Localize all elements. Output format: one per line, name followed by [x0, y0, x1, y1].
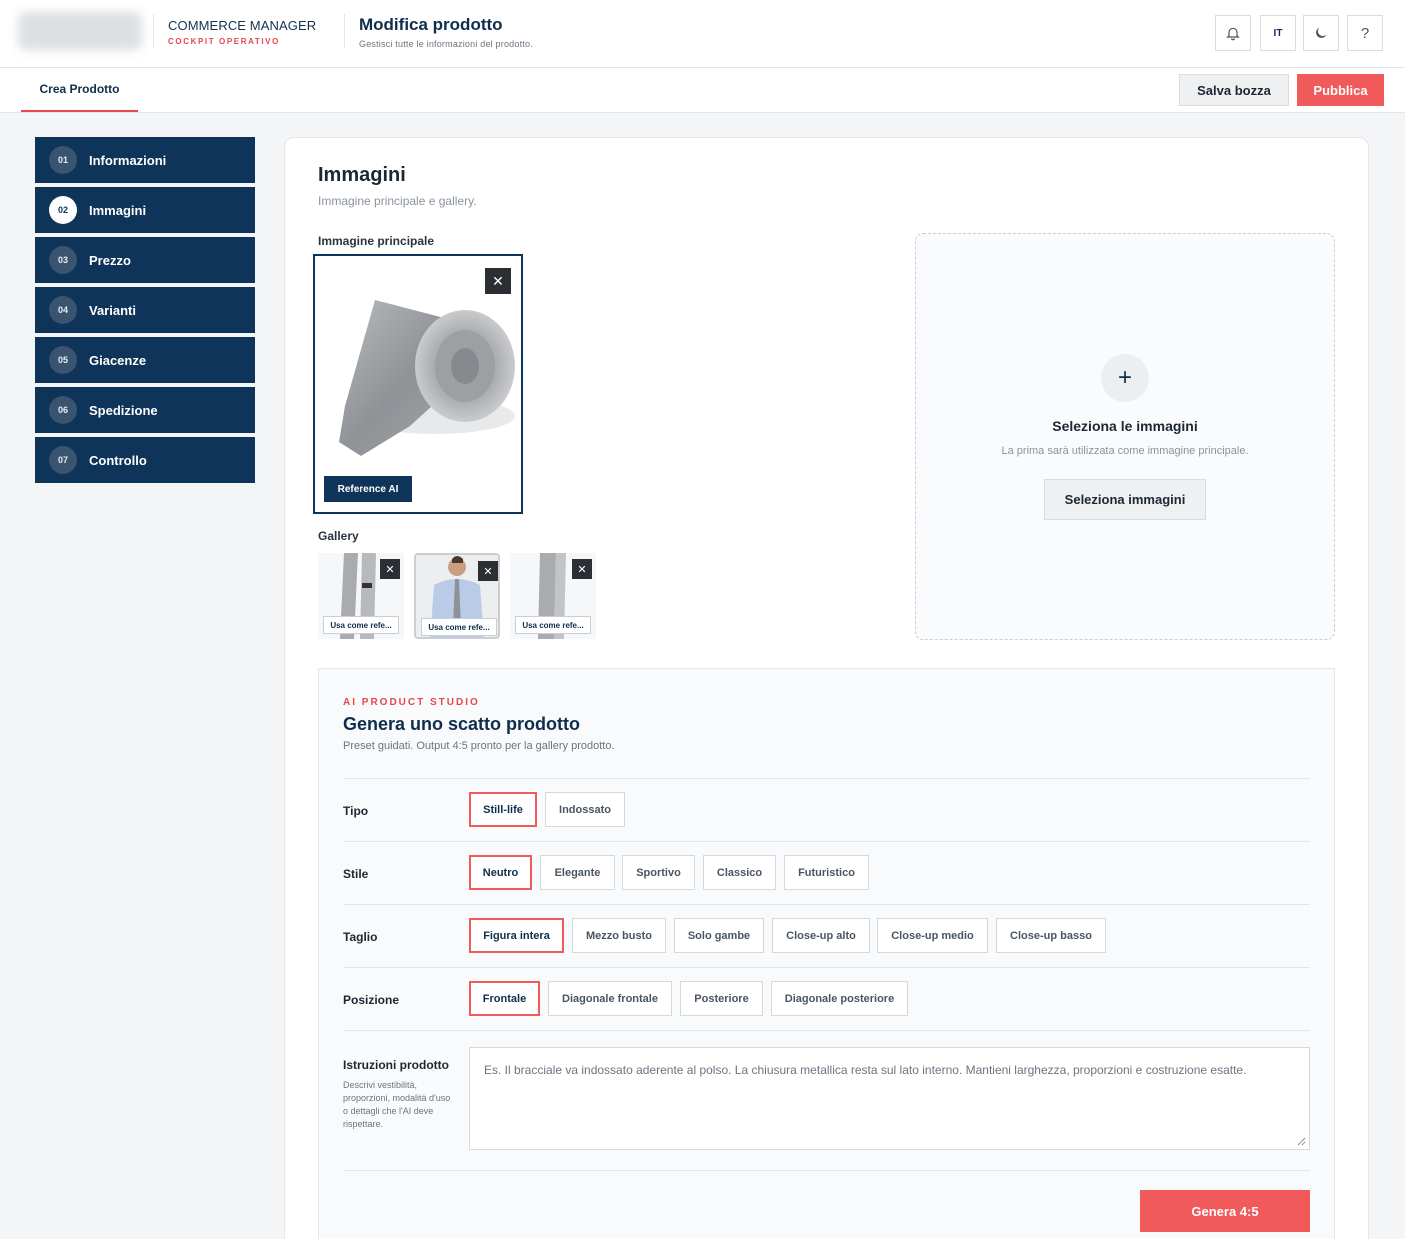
option-futuristico[interactable]: Futuristico: [784, 855, 869, 890]
option-diagonale-frontale[interactable]: Diagonale frontale: [548, 981, 672, 1016]
step-immagini[interactable]: 02 Immagini: [35, 187, 255, 233]
option-close-up-alto[interactable]: Close-up alto: [772, 918, 870, 953]
use-as-reference-button[interactable]: Usa come refe...: [421, 618, 497, 636]
divider: [343, 967, 1310, 968]
remove-image-button[interactable]: ✕: [380, 559, 400, 579]
step-prezzo[interactable]: 03 Prezzo: [35, 237, 255, 283]
option-posteriore[interactable]: Posteriore: [680, 981, 763, 1016]
step-label: Prezzo: [89, 252, 131, 268]
help-button[interactable]: ?: [1347, 15, 1383, 51]
divider: [343, 841, 1310, 842]
option-solo-gambe[interactable]: Solo gambe: [674, 918, 764, 953]
use-as-reference-button[interactable]: Usa come refe...: [323, 616, 399, 634]
option-figura-intera[interactable]: Figura intera: [469, 918, 564, 953]
logo[interactable]: [18, 12, 142, 50]
image-dropzone[interactable]: [915, 233, 1335, 640]
instructions-textarea[interactable]: Es. Il bracciale va indossato aderente a…: [469, 1047, 1310, 1150]
option-elegante[interactable]: Elegante: [540, 855, 615, 890]
section-title: Immagini: [318, 164, 406, 186]
gallery-item[interactable]: ✕ Usa come refe...: [318, 553, 404, 639]
theme-toggle-button[interactable]: [1303, 15, 1339, 51]
studio-subtitle: Preset guidati. Output 4:5 pronto per la…: [343, 740, 615, 752]
step-number: 05: [49, 346, 77, 374]
instructions-label: Istruzioni prodotto: [343, 1058, 449, 1072]
gallery-item[interactable]: ✕ Usa come refe...: [414, 553, 500, 639]
option-sportivo[interactable]: Sportivo: [622, 855, 695, 890]
brand-subtitle: COCKPIT OPERATIVO: [168, 37, 280, 46]
option-neutro[interactable]: Neutro: [469, 855, 532, 890]
option-still-life[interactable]: Still-life: [469, 792, 537, 827]
row-label-tipo: Tipo: [343, 804, 369, 818]
main-image-label: Immagine principale: [318, 234, 435, 248]
divider: [343, 904, 1310, 905]
reference-ai-badge: Reference AI: [324, 476, 412, 502]
option-indossato[interactable]: Indossato: [545, 792, 625, 827]
save-draft-button[interactable]: Salva bozza: [1179, 74, 1289, 106]
step-label: Spedizione: [89, 402, 158, 418]
instructions-help: Descrivi vestibilità, proporzioni, modal…: [343, 1080, 451, 1129]
remove-image-button[interactable]: ✕: [572, 559, 592, 579]
option-close-up-basso[interactable]: Close-up basso: [996, 918, 1106, 953]
option-diagonale-posteriore[interactable]: Diagonale posteriore: [771, 981, 908, 1016]
step-label: Controllo: [89, 452, 147, 468]
language-button[interactable]: IT: [1260, 15, 1296, 51]
step-controllo[interactable]: 07 Controllo: [35, 437, 255, 483]
step-number: 06: [49, 396, 77, 424]
ai-product-studio: [318, 668, 1335, 1239]
page-title: Modifica prodotto: [359, 15, 503, 34]
dropzone-subtitle: La prima sarà utilizzata come immagine p…: [1001, 445, 1249, 457]
select-images-button[interactable]: Seleziona immagini: [1044, 479, 1206, 520]
plus-icon[interactable]: +: [1101, 354, 1149, 402]
divider: [344, 14, 345, 48]
row-label-posizione: Posizione: [343, 993, 400, 1007]
step-label: Immagini: [89, 202, 147, 218]
option-close-up-medio[interactable]: Close-up medio: [877, 918, 988, 953]
bell-icon: [1226, 27, 1240, 41]
step-number: 04: [49, 296, 77, 324]
divider: [343, 778, 1310, 779]
gallery-label: Gallery: [318, 529, 359, 543]
step-label: Giacenze: [89, 352, 147, 368]
option-mezzo-busto[interactable]: Mezzo busto: [572, 918, 666, 953]
brand-title: COMMERCE MANAGER: [168, 18, 317, 33]
option-frontale[interactable]: Frontale: [469, 981, 540, 1016]
step-informazioni[interactable]: 01 Informazioni: [35, 137, 255, 183]
divider: [343, 1170, 1310, 1171]
step-label: Varianti: [89, 302, 136, 318]
remove-image-button[interactable]: ✕: [485, 268, 511, 294]
step-number: 03: [49, 246, 77, 274]
use-as-reference-button[interactable]: Usa come refe...: [515, 616, 591, 634]
divider: [343, 1030, 1310, 1031]
gallery-item[interactable]: ✕ Usa come refe...: [510, 553, 596, 639]
studio-tag: AI PRODUCT STUDIO: [343, 697, 480, 708]
generate-button[interactable]: Genera 4:5: [1140, 1190, 1310, 1232]
instructions-placeholder: Es. Il bracciale va indossato aderente a…: [484, 1063, 1247, 1077]
step-number: 07: [49, 446, 77, 474]
section-subtitle: Immagine principale e gallery.: [318, 194, 477, 208]
step-number: 02: [49, 196, 77, 224]
studio-title: Genera uno scatto prodotto: [343, 714, 581, 734]
tab-strip: Crea Prodotto Salva bozza Pubblica: [0, 68, 1405, 113]
step-spedizione[interactable]: 06 Spedizione: [35, 387, 255, 433]
step-varianti[interactable]: 04 Varianti: [35, 287, 255, 333]
step-label: Informazioni: [89, 152, 167, 168]
dropzone-title: Seleziona le immagini: [1052, 418, 1198, 434]
row-label-taglio: Taglio: [343, 930, 378, 944]
step-number: 01: [49, 146, 77, 174]
resize-handle-icon[interactable]: [1296, 1136, 1306, 1146]
main-image[interactable]: ✕ Reference AI: [313, 254, 523, 514]
option-classico[interactable]: Classico: [703, 855, 776, 890]
step-giacenze[interactable]: 05 Giacenze: [35, 337, 255, 383]
tie-image: [339, 300, 515, 456]
tab-crea-prodotto[interactable]: Crea Prodotto: [21, 68, 138, 112]
page-subtitle: Gestisci tutte le informazioni del prodo…: [359, 39, 533, 49]
divider: [153, 14, 154, 48]
notifications-button[interactable]: [1215, 15, 1251, 51]
top-header: COMMERCE MANAGER COCKPIT OPERATIVO Modif…: [0, 0, 1405, 68]
publish-button[interactable]: Pubblica: [1297, 74, 1384, 106]
remove-image-button[interactable]: ✕: [478, 561, 498, 581]
row-label-stile: Stile: [343, 867, 369, 881]
moon-icon: [1316, 27, 1327, 38]
